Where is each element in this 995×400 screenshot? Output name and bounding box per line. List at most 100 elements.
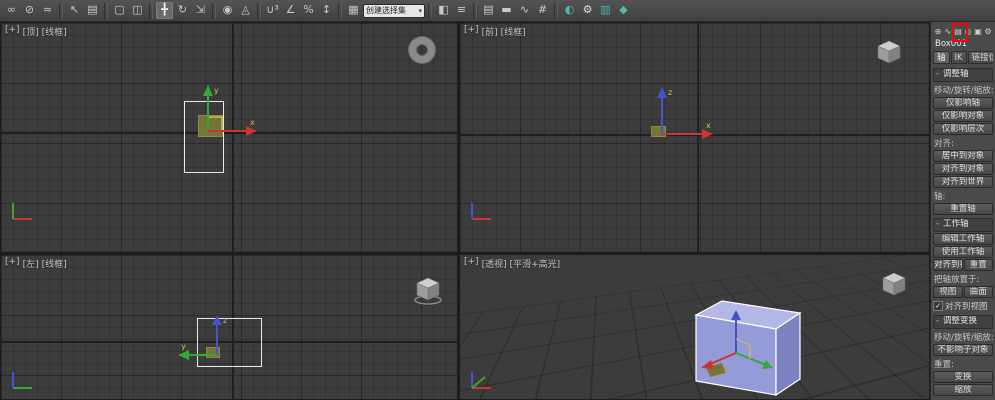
- viewport-shading-button[interactable]: [线框]: [501, 25, 526, 38]
- box-object-perspective[interactable]: [696, 301, 800, 395]
- material-editor-icon[interactable]: ◐: [561, 2, 578, 19]
- use-pivot-point-icon[interactable]: ◉: [219, 2, 236, 19]
- place-pivot-surface-button[interactable]: 曲面: [964, 286, 994, 298]
- toolbar-separator: [338, 3, 342, 19]
- toolbar-separator: [212, 3, 216, 19]
- viewport-menu-button[interactable]: [+]: [5, 257, 20, 270]
- curve-editor-icon[interactable]: ∿: [516, 2, 533, 19]
- viewport-shading-button[interactable]: [平滑+高光]: [510, 257, 561, 270]
- world-axis-tripod: [465, 200, 497, 226]
- reset-working-pivot-button[interactable]: 重置: [964, 259, 994, 271]
- snaps-toggle-icon[interactable]: ∪³: [264, 2, 281, 19]
- rollout-title: 调整轴: [943, 69, 969, 79]
- edit-working-pivot-button[interactable]: 编辑工作轴: [933, 233, 993, 245]
- place-pivot-to-label: 把轴放置于:: [934, 273, 993, 285]
- rollout-working-pivot[interactable]: -工作轴: [933, 218, 993, 232]
- command-panel-tabs: ⊕ ∿ ▤ ◎ ▣ ⚙: [933, 24, 993, 39]
- subtab-pivot[interactable]: 轴: [933, 51, 950, 64]
- viewport-menu-button[interactable]: [+]: [464, 257, 479, 270]
- move-gizmo[interactable]: z x: [628, 85, 724, 143]
- named-selection-set-value: 创建选择集: [366, 5, 406, 16]
- use-working-pivot-button[interactable]: 使用工作轴: [933, 246, 993, 258]
- reset-transform-button[interactable]: 变换: [933, 371, 993, 383]
- tab-utilities-icon[interactable]: ⚙: [983, 26, 993, 38]
- select-and-move-icon[interactable]: ╋: [156, 2, 173, 19]
- perspective-scene: [460, 255, 930, 400]
- viewport-menu-button[interactable]: [+]: [5, 25, 20, 38]
- select-by-name-icon[interactable]: ▤: [84, 2, 101, 19]
- gizmo-axis-label-x: x: [250, 118, 255, 127]
- named-selection-set-combo[interactable]: 创建选择集 ▾: [363, 4, 425, 18]
- viewport-name-button[interactable]: [前]: [482, 25, 498, 38]
- subtab-ik[interactable]: IK: [951, 51, 967, 64]
- viewport-perspective[interactable]: [+] [透视] [平滑+高光]: [459, 254, 930, 400]
- dont-affect-children-button[interactable]: 不影响子对象: [933, 344, 993, 356]
- subtab-link-info[interactable]: 链接信息: [968, 51, 993, 64]
- viewport-name-button[interactable]: [左]: [23, 257, 39, 270]
- center-to-object-button[interactable]: 居中到对象: [933, 150, 993, 162]
- place-pivot-view-button[interactable]: 视图: [933, 286, 963, 298]
- percent-snap-icon[interactable]: %: [300, 2, 317, 19]
- render-production-icon[interactable]: ◆: [615, 2, 632, 19]
- pivot-label: 轴:: [934, 190, 993, 202]
- viewcube[interactable]: [875, 39, 903, 67]
- rectangular-selection-region-icon[interactable]: ▢: [111, 2, 128, 19]
- viewport-name-button[interactable]: [顶]: [23, 25, 39, 38]
- collapse-icon: -: [936, 69, 943, 80]
- angle-snap-icon[interactable]: ∠: [282, 2, 299, 19]
- viewport-menu-button[interactable]: [+]: [464, 25, 479, 38]
- graphite-modeling-icon[interactable]: ▬: [498, 2, 515, 19]
- affect-object-only-button[interactable]: 仅影响对象: [933, 110, 993, 122]
- align-to-object-button[interactable]: 对齐到对象: [933, 163, 993, 175]
- select-and-rotate-icon[interactable]: ↻: [174, 2, 191, 19]
- align-to-view-button[interactable]: 对齐到视图: [933, 259, 963, 271]
- command-panel: ⊕ ∿ ▤ ◎ ▣ ⚙ Box001 轴 IK 链接信息 -调整轴 移动/旋转/…: [930, 22, 995, 400]
- viewport-top[interactable]: [+] [顶] [线框] y x: [0, 22, 458, 253]
- viewcube[interactable]: [409, 37, 435, 63]
- viewport-label: [+] [前] [线框]: [464, 25, 526, 38]
- bind-to-space-warp-icon[interactable]: ≈: [39, 2, 56, 19]
- viewcube[interactable]: [880, 271, 908, 299]
- reset-scale-button[interactable]: 缩放: [933, 384, 993, 396]
- align-to-world-button[interactable]: 对齐到世界: [933, 176, 993, 188]
- select-object-icon[interactable]: ↖: [66, 2, 83, 19]
- gizmo-axis-label-x: x: [706, 121, 711, 130]
- align-to-view-checkbox[interactable]: ✓ 对齐到视图: [933, 300, 993, 312]
- select-and-scale-icon[interactable]: ⇲: [192, 2, 209, 19]
- viewport-name-button[interactable]: [透视]: [482, 257, 507, 270]
- window-crossing-icon[interactable]: ◫: [129, 2, 146, 19]
- rendered-frame-window-icon[interactable]: ▥: [597, 2, 614, 19]
- edit-named-selection-sets-icon[interactable]: ▦: [345, 2, 362, 19]
- viewport-left[interactable]: [+] [左] [线框] z y: [0, 254, 458, 400]
- tab-display-icon[interactable]: ▣: [973, 26, 983, 38]
- schematic-view-icon[interactable]: #: [534, 2, 551, 19]
- affect-hierarchy-only-button[interactable]: 仅影响层次: [933, 123, 993, 135]
- move-gizmo[interactable]: z y: [173, 313, 263, 365]
- rollout-adjust-transform[interactable]: -调整变换: [933, 315, 993, 329]
- collapse-icon: -: [936, 219, 943, 230]
- unlink-selection-icon[interactable]: ⊘: [21, 2, 38, 19]
- viewport-front[interactable]: [+] [前] [线框] z x: [459, 22, 930, 253]
- viewport-area: [+] [顶] [线框] y x [+] [前] [线框]: [0, 22, 930, 400]
- viewport-label: [+] [透视] [平滑+高光]: [464, 257, 560, 270]
- move-rotate-scale-label: 移动/旋转/缩放:: [934, 84, 993, 96]
- layer-manager-icon[interactable]: ▤: [480, 2, 497, 19]
- checkbox-label: 对齐到视图: [945, 300, 988, 312]
- select-and-link-icon[interactable]: ∞: [3, 2, 20, 19]
- align-icon[interactable]: ≡: [453, 2, 470, 19]
- spinner-snap-icon[interactable]: ↕: [318, 2, 335, 19]
- viewcube[interactable]: [413, 275, 443, 307]
- main-toolbar: ∞ ⊘ ≈ ↖ ▤ ▢ ◫ ╋ ↻ ⇲ ◉ ◬ ∪³ ∠ % ↕ ▦ 创建选择集…: [0, 0, 995, 22]
- select-and-manipulate-icon[interactable]: ◬: [237, 2, 254, 19]
- rollout-adjust-pivot[interactable]: -调整轴: [933, 68, 993, 82]
- toolbar-separator: [59, 3, 63, 19]
- reset-pivot-button[interactable]: 重置轴: [933, 203, 993, 215]
- tab-create-icon[interactable]: ⊕: [933, 26, 943, 38]
- toolbar-separator: [104, 3, 108, 19]
- mirror-icon[interactable]: ◧: [435, 2, 452, 19]
- render-setup-icon[interactable]: ⚙: [579, 2, 596, 19]
- viewport-shading-button[interactable]: [线框]: [42, 25, 67, 38]
- move-gizmo[interactable]: y x: [162, 81, 262, 143]
- affect-pivot-only-button[interactable]: 仅影响轴: [933, 97, 993, 109]
- viewport-shading-button[interactable]: [线框]: [42, 257, 67, 270]
